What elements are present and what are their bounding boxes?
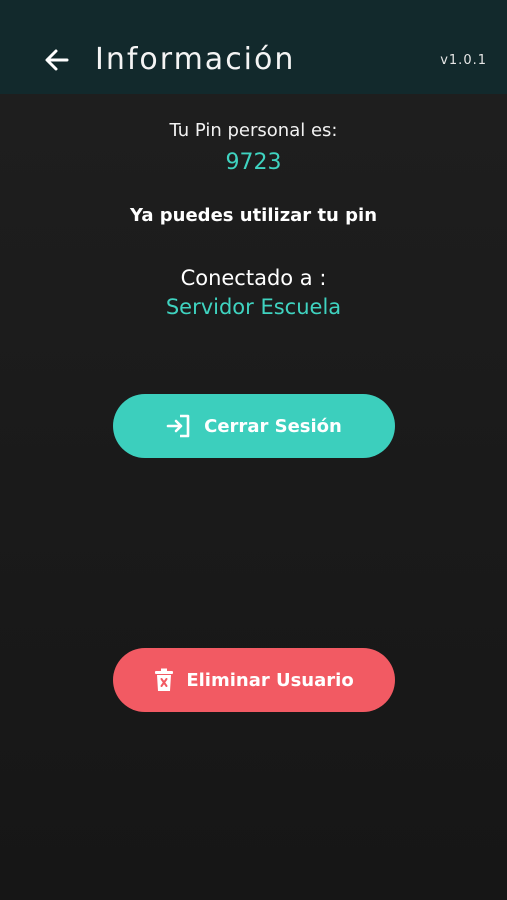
- page-title: Información: [95, 42, 296, 77]
- screen: Información v1.0.1 Tu Pin personal es: 9…: [0, 0, 507, 900]
- back-button[interactable]: [40, 43, 74, 77]
- logout-button-label: Cerrar Sesión: [204, 415, 342, 437]
- connection-label: Conectado a :: [180, 266, 327, 290]
- arrow-left-icon: [45, 49, 69, 71]
- pin-label: Tu Pin personal es:: [169, 120, 338, 141]
- logout-button[interactable]: Cerrar Sesión: [113, 394, 395, 458]
- delete-user-button-label: Eliminar Usuario: [186, 669, 354, 691]
- login-arrow-icon: [166, 414, 190, 438]
- pin-value: 9723: [225, 150, 282, 175]
- server-name: Servidor Escuela: [165, 295, 342, 319]
- status-message: Ya puedes utilizar tu pin: [129, 205, 378, 226]
- trash-icon: [155, 668, 174, 691]
- delete-user-button[interactable]: Eliminar Usuario: [113, 648, 395, 712]
- app-bar: Información v1.0.1: [0, 0, 507, 94]
- version-label: v1.0.1: [440, 53, 487, 68]
